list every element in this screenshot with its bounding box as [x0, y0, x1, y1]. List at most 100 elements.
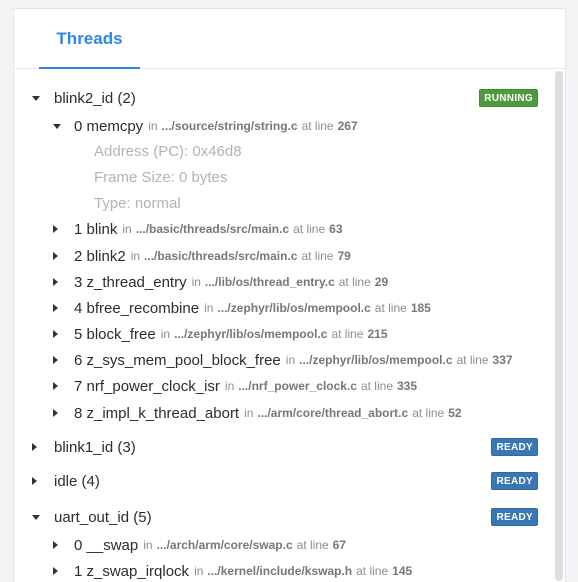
frame-file-path: .../lib/os/thread_entry.c	[204, 275, 335, 289]
tab-bar: Threads	[14, 9, 565, 69]
frame-at-line-text: at line	[412, 406, 445, 420]
frame-in-text: in	[143, 538, 153, 552]
frame-row[interactable]: 5 block_free in .../zephyr/lib/os/mempool.…	[74, 324, 388, 344]
frame-name: 1 z_swap_irqlock	[74, 562, 190, 580]
chevron-right-icon[interactable]	[53, 330, 58, 338]
frame-at-line-text: at line	[356, 564, 389, 578]
frame-line-number: 185	[410, 301, 431, 315]
chevron-down-icon[interactable]	[53, 124, 61, 129]
frame-file-path: .../zephyr/lib/os/mempool.c	[217, 301, 371, 315]
thread-name: uart_out_id (5)	[54, 508, 152, 526]
frame-line-number: 335	[397, 379, 418, 393]
status-badge: RUNNING	[479, 89, 538, 107]
threads-panel: Threads blink2_id (2) RUNNING blink1_id (3…	[13, 8, 566, 582]
chevron-right-icon[interactable]	[53, 567, 58, 575]
frame-line-number: 145	[392, 564, 413, 578]
status-badge: READY	[491, 438, 538, 456]
frame-row[interactable]: 1 z_swap_irqlock in .../kernel/include/ksw…	[74, 561, 412, 581]
frame-file-path: .../kernel/include/kswap.h	[207, 564, 353, 578]
frame-at-line-text: at line	[301, 119, 334, 133]
frame-file-path: .../basic/threads/src/main.c	[144, 249, 298, 263]
frame-name: 4 bfree_recombine	[74, 299, 200, 317]
frame-line-number: 29	[374, 275, 389, 289]
frame-row[interactable]: 8 z_impl_k_thread_abort in .../arm/core/th…	[74, 403, 462, 423]
thread-name: blink1_id (3)	[54, 438, 136, 456]
frame-at-line-text: at line	[338, 275, 371, 289]
thread-row[interactable]: blink1_id (3)	[54, 437, 136, 457]
frame-detail: Type: normal	[94, 194, 181, 212]
frame-at-line-text: at line	[296, 538, 329, 552]
frame-in-text: in	[191, 275, 201, 289]
thread-name: blink2_id (2)	[54, 89, 136, 107]
frame-row[interactable]: 2 blink2 in .../basic/threads/src/main.c at…	[74, 246, 351, 266]
chevron-right-icon[interactable]	[53, 252, 58, 260]
frame-file-path: .../zephyr/lib/os/mempool.c	[299, 353, 453, 367]
chevron-right-icon[interactable]	[32, 477, 37, 485]
frame-file-path: .../basic/threads/src/main.c	[135, 222, 290, 236]
frame-detail: Frame Size: 0 bytes	[94, 168, 228, 186]
chevron-right-icon[interactable]	[53, 356, 58, 364]
frame-in-text: in	[244, 406, 254, 420]
frame-detail: Address (PC): 0x46d8	[94, 142, 242, 160]
frame-line-number: 267	[337, 119, 358, 133]
chevron-right-icon[interactable]	[53, 541, 58, 549]
frame-row[interactable]: 0 __swap in .../arch/arm/core/swap.c at lin…	[74, 535, 346, 555]
frame-row[interactable]: 7 nrf_power_clock_isr in .../nrf_power_clo…	[74, 376, 417, 396]
frame-file-path: .../arch/arm/core/swap.c	[156, 538, 293, 552]
frame-at-line-text: at line	[374, 301, 407, 315]
frame-line-number: 63	[329, 222, 343, 236]
frame-name: 3 z_thread_entry	[74, 273, 187, 291]
frame-row[interactable]: 4 bfree_recombine in .../zephyr/lib/os/mem…	[74, 298, 431, 318]
frame-in-text: in	[130, 249, 141, 263]
frame-at-line-text: at line	[331, 327, 364, 341]
frame-name: 8 z_impl_k_thread_abort	[74, 404, 240, 422]
frame-name: 5 block_free	[74, 325, 156, 343]
frame-row[interactable]: 1 blink in .../basic/threads/src/main.c at …	[74, 219, 343, 239]
thread-row[interactable]: blink2_id (2)	[54, 88, 136, 108]
chevron-down-icon[interactable]	[32, 515, 40, 520]
frame-file-path: .../arm/core/thread_abort.c	[257, 406, 409, 420]
tab-threads[interactable]: Threads	[39, 9, 140, 68]
frame-at-line-text: at line	[360, 379, 393, 393]
frame-at-line-text: at line	[293, 222, 326, 236]
chevron-right-icon[interactable]	[53, 304, 58, 312]
thread-row[interactable]: idle (4)	[54, 471, 100, 491]
status-badge: READY	[491, 508, 538, 526]
frame-line-number: 52	[448, 406, 462, 420]
frame-row[interactable]: 3 z_thread_entry in .../lib/os/thread_entr…	[74, 272, 388, 292]
scrollbar-thumb[interactable]	[555, 71, 563, 581]
frame-name: 2 blink2	[74, 247, 126, 265]
frame-row[interactable]: 6 z_sys_mem_pool_block_free in .../zephyr/…	[74, 350, 513, 370]
frame-line-number: 337	[492, 353, 513, 367]
frame-at-line-text: at line	[301, 249, 334, 263]
scrollbar[interactable]	[555, 71, 563, 582]
chevron-right-icon[interactable]	[53, 278, 58, 286]
thread-row[interactable]: uart_out_id (5)	[54, 507, 152, 527]
frame-name: 0 memcpy	[74, 117, 144, 135]
thread-name: idle (4)	[54, 472, 100, 490]
status-badge: READY	[491, 472, 538, 490]
frame-in-text: in	[148, 119, 158, 133]
tab-active-indicator	[39, 67, 140, 69]
frame-name: 1 blink	[74, 220, 118, 238]
chevron-right-icon[interactable]	[53, 382, 58, 390]
chevron-right-icon[interactable]	[53, 225, 58, 233]
frame-name: 0 __swap	[74, 536, 139, 554]
frame-in-text: in	[194, 564, 204, 578]
frame-in-text: in	[160, 327, 171, 341]
frame-file-path: .../nrf_power_clock.c	[238, 379, 357, 393]
frame-name: 6 z_sys_mem_pool_block_free	[74, 351, 281, 369]
frame-line-number: 67	[332, 538, 347, 552]
frame-file-path: .../source/string/string.c	[161, 119, 298, 133]
frame-line-number: 215	[367, 327, 388, 341]
frame-in-text: in	[285, 353, 296, 367]
frame-file-path: .../zephyr/lib/os/mempool.c	[174, 327, 328, 341]
frame-row[interactable]: 0 memcpy in .../source/string/string.c at l…	[74, 116, 358, 136]
frame-in-text: in	[122, 222, 132, 236]
frame-line-number: 79	[337, 249, 351, 263]
chevron-right-icon[interactable]	[32, 443, 37, 451]
chevron-down-icon[interactable]	[32, 96, 40, 101]
frame-in-text: in	[224, 379, 235, 393]
chevron-right-icon[interactable]	[53, 409, 58, 417]
frame-name: 7 nrf_power_clock_isr	[74, 377, 220, 395]
